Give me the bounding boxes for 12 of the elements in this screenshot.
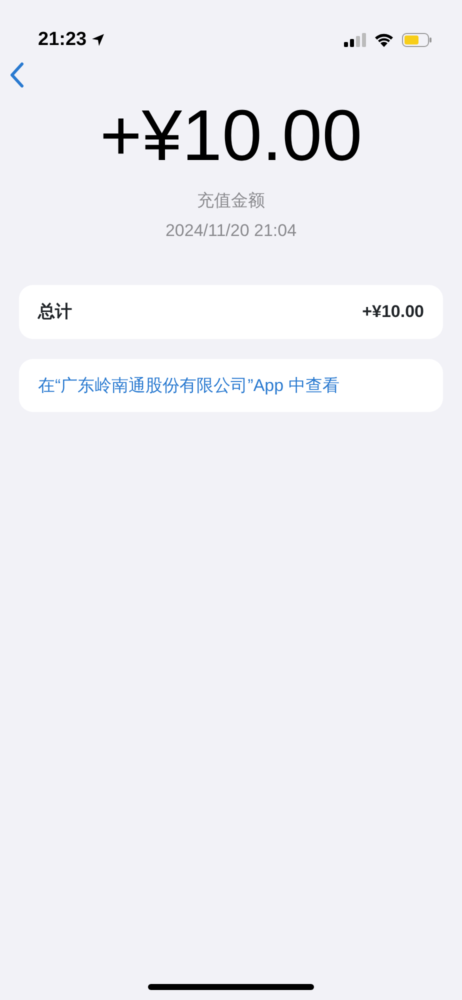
amount: +¥10.00 [100, 100, 362, 172]
signal-icon [344, 33, 366, 47]
amount-caption: 充值金额 [197, 190, 265, 212]
status-time: 21:23 [38, 28, 87, 52]
battery-icon [402, 33, 432, 47]
back-chevron-icon[interactable] [10, 62, 24, 88]
view-in-app-link[interactable]: 在“广东岭南通股份有限公司”App 中查看 [38, 376, 340, 394]
total-value: +¥10.00 [362, 301, 424, 323]
wifi-icon [374, 33, 394, 47]
location-arrow-icon [90, 33, 105, 47]
transaction-date: 2024/11/20 21:04 [165, 220, 297, 242]
total-label: 总计 [38, 301, 72, 323]
